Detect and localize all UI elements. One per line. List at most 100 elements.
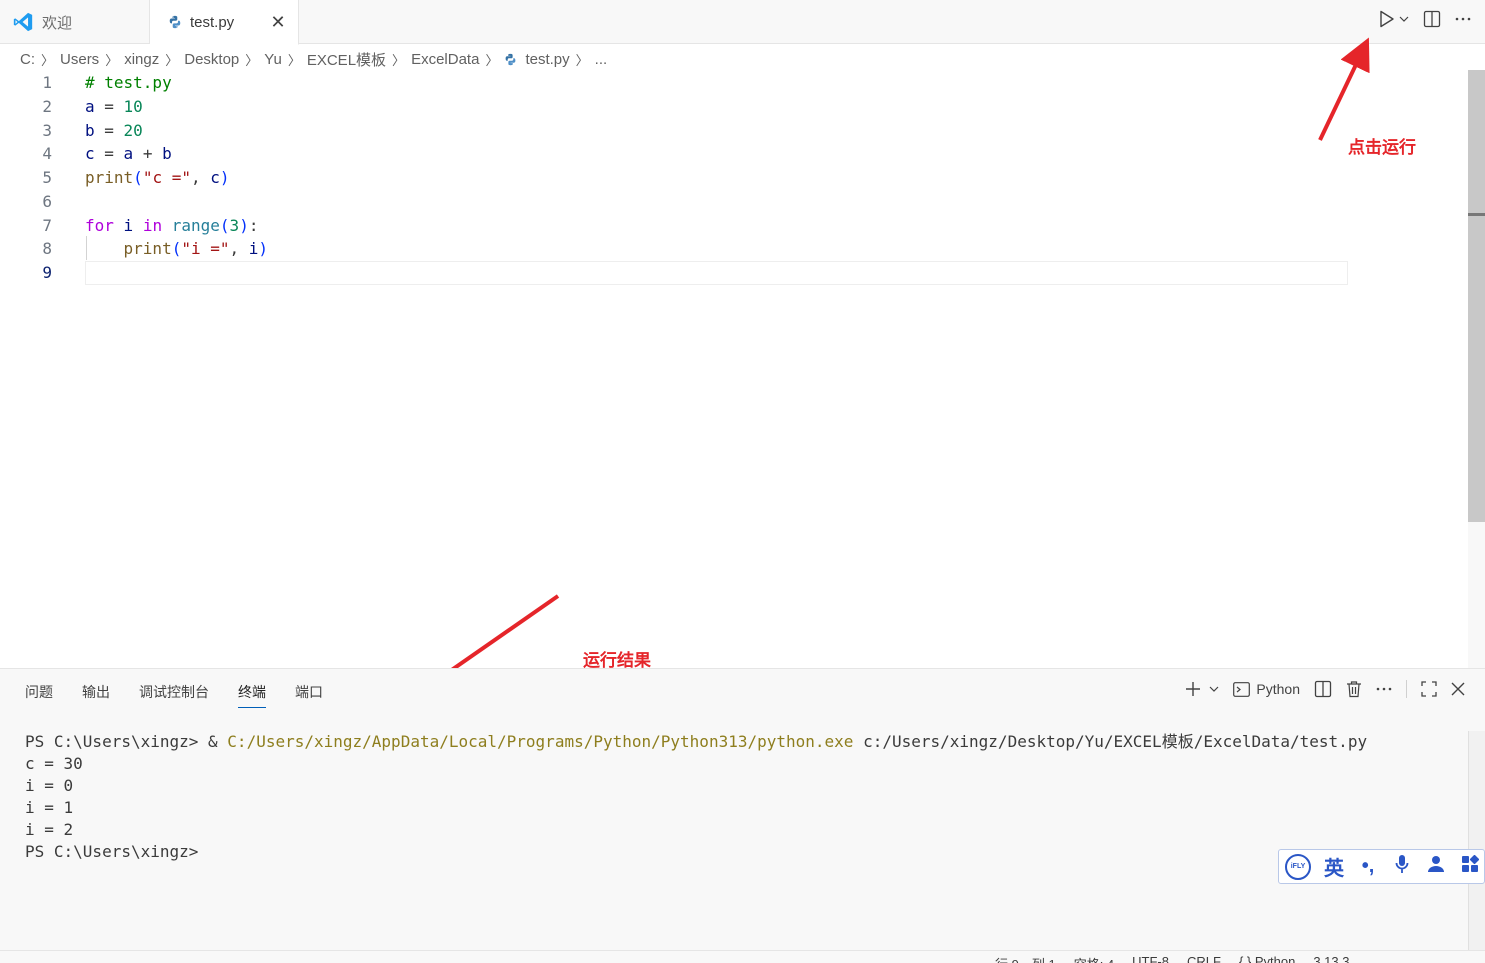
ellipsis-icon: [1376, 687, 1392, 691]
chevron-right-icon: 〉: [105, 52, 119, 68]
kill-terminal-button[interactable]: [1346, 680, 1362, 698]
line-number: 2: [42, 96, 52, 116]
terminal-output[interactable]: PS C:\Users\xingz> & C:/Users/xingz/AppD…: [25, 731, 1367, 863]
ime-punctuation-toggle[interactable]: •,: [1357, 855, 1379, 878]
line-number: 7: [42, 215, 52, 235]
ifly-logo-icon[interactable]: iFLY: [1285, 853, 1311, 880]
breadcrumb-item[interactable]: test.py: [525, 51, 569, 68]
apps-icon[interactable]: [1459, 854, 1481, 879]
status-eol[interactable]: CRLF: [1187, 954, 1221, 963]
tab-test-py-label: test.py: [190, 13, 235, 31]
status-python-version[interactable]: 3.13.3: [1313, 954, 1349, 963]
tab-ports[interactable]: 端口: [295, 682, 323, 708]
terminal-script-arg: c:/Users/xingz/Desktop/Yu/EXCEL模板/ExcelD…: [853, 732, 1368, 751]
code-text: print("c =", c): [85, 167, 230, 187]
ime-toolbar: iFLY 英 •,: [1278, 849, 1485, 884]
breadcrumb-item[interactable]: xingz: [124, 51, 159, 68]
terminal-scrollbar[interactable]: [1468, 731, 1485, 951]
run-hint-annotation: 点击运行: [1348, 138, 1416, 158]
line-number: 3: [42, 120, 52, 140]
terminal-amp: &: [208, 732, 228, 751]
code-line: 6: [0, 189, 1350, 213]
line-number: 5: [42, 167, 52, 187]
tab-debug-console[interactable]: 调试控制台: [139, 682, 209, 708]
close-tab-icon[interactable]: ✕: [268, 12, 288, 32]
bottom-panel: 问题 输出 调试控制台 终端 端口 Python PS C:\Users\xin…: [0, 668, 1485, 951]
maximize-panel-button[interactable]: [1421, 681, 1437, 697]
chevron-right-icon: 〉: [41, 52, 55, 68]
tab-output[interactable]: 输出: [82, 682, 110, 708]
code-line: 4 c = a + b: [0, 141, 1350, 165]
run-button[interactable]: [1379, 10, 1395, 28]
tab-problems[interactable]: 问题: [25, 682, 53, 708]
breadcrumb-item[interactable]: EXCEL模板: [307, 49, 386, 70]
status-indentation[interactable]: 空格: 4: [1074, 954, 1114, 963]
code-text: c = a + b: [85, 143, 172, 163]
breadcrumb-item[interactable]: ...: [595, 51, 608, 68]
vscode-logo-icon: [13, 12, 33, 32]
chevron-right-icon: 〉: [575, 52, 589, 68]
ellipsis-icon: [1455, 17, 1471, 21]
line-number: 1: [42, 72, 52, 92]
mic-icon[interactable]: [1391, 854, 1413, 880]
close-icon: [1451, 682, 1465, 696]
mic-glyph: [1395, 854, 1409, 873]
maximize-icon: [1421, 681, 1437, 697]
code-text: # test.py: [85, 72, 172, 92]
chevron-down-icon: [1209, 686, 1219, 692]
run-menu-button[interactable]: [1399, 15, 1409, 23]
line-number: 4: [42, 143, 52, 163]
chevron-down-icon: [1399, 16, 1409, 22]
split-editor-button[interactable]: [1423, 10, 1441, 28]
breadcrumb-item[interactable]: Desktop: [184, 51, 239, 68]
new-terminal-button[interactable]: [1185, 681, 1219, 697]
tab-welcome[interactable]: 欢迎: [0, 0, 150, 44]
user-icon[interactable]: [1425, 855, 1447, 879]
code-text: b = 20: [85, 120, 143, 140]
breadcrumb-item[interactable]: C:: [20, 51, 35, 68]
tab-welcome-label: 欢迎: [42, 14, 73, 32]
line-number: 9: [42, 262, 52, 282]
terminal-line: c = 30: [25, 754, 83, 773]
trash-icon: [1347, 681, 1361, 698]
tab-terminal[interactable]: 终端: [238, 682, 266, 708]
breadcrumb-item[interactable]: ExcelData: [411, 51, 479, 68]
terminal-command-line: PS C:\Users\xingz> & C:/Users/xingz/AppD…: [25, 731, 1367, 753]
panel-tabs: 问题 输出 调试控制台 终端 端口: [25, 682, 323, 708]
status-cursor-position[interactable]: 行 9，列 1: [995, 954, 1056, 963]
code-text: print("i =", i): [123, 238, 269, 258]
close-panel-button[interactable]: [1451, 682, 1465, 696]
editor-actions: [1379, 10, 1471, 28]
status-bar: 行 9，列 1 空格: 4 UTF-8 CRLF { } Python 3.13…: [0, 950, 1485, 963]
vscode-window: 欢迎 test.py ✕ C: 〉 Users 〉 xingz 〉 Deskto…: [0, 0, 1485, 963]
editor-scrollbar-thumb[interactable]: [1468, 70, 1485, 522]
status-encoding[interactable]: UTF-8: [1132, 954, 1169, 963]
terminal-prompt: PS C:\Users\xingz>: [25, 732, 209, 751]
more-actions-button[interactable]: [1455, 16, 1471, 22]
breadcrumb-item[interactable]: Users: [60, 51, 99, 68]
line-number: 8: [42, 238, 52, 258]
terminal-exe-path: C:/Users/xingz/AppData/Local/Programs/Py…: [227, 732, 854, 751]
split-terminal-button[interactable]: [1314, 680, 1332, 698]
terminal-line: i = 2: [25, 820, 74, 839]
panel-actions: Python: [1185, 680, 1465, 698]
breadcrumb: C: 〉 Users 〉 xingz 〉 Desktop 〉 Yu 〉 EXCEL模板〉 …: [20, 48, 607, 70]
terminal-line: i = 0: [25, 776, 74, 795]
ime-language-toggle[interactable]: 英: [1323, 852, 1345, 881]
plus-icon: [1186, 682, 1201, 696]
terminal-shell-selector[interactable]: Python: [1233, 681, 1300, 697]
code-editor[interactable]: 1 # test.py 2 a = 10 3 b = 20 4 c = a + …: [0, 70, 1468, 668]
tab-test-py[interactable]: test.py ✕: [150, 0, 299, 45]
terminal-line: i = 1: [25, 798, 74, 817]
code-line: 9: [0, 260, 1350, 284]
status-language[interactable]: { } Python: [1239, 954, 1295, 963]
terminal-more-button[interactable]: [1376, 686, 1392, 692]
code-text: for i in range(3):: [85, 215, 259, 235]
code-line: 2 a = 10: [0, 94, 1350, 118]
shell-label: Python: [1256, 681, 1300, 697]
line-number: 6: [42, 191, 52, 211]
breadcrumb-item[interactable]: Yu: [264, 51, 282, 68]
status-items: 行 9，列 1 空格: 4 UTF-8 CRLF { } Python 3.13…: [995, 954, 1350, 963]
python-icon: [506, 53, 516, 65]
terminal-icon: [1233, 681, 1251, 697]
